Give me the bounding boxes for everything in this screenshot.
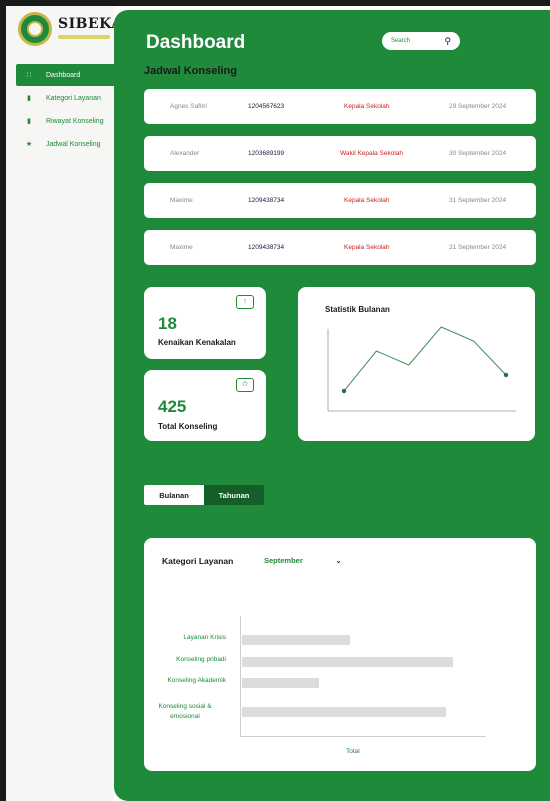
- chat-up-icon: ↑: [236, 295, 254, 309]
- month-select-value: September: [264, 555, 303, 565]
- sidebar-item-dashboard[interactable]: ∷ Dashboard: [16, 64, 116, 86]
- row-name: Alexander: [170, 150, 200, 157]
- main-panel: Dashboard Search ⚲ Jadwal Konseling Agne…: [114, 10, 550, 801]
- stat-card-kenaikan: ↑ 18 Kenaikan Kenakalan: [144, 287, 266, 359]
- row-id: 1204567623: [248, 103, 285, 110]
- monthly-stats-card: Statistik Bulanan: [298, 287, 535, 441]
- sidebar-item-label: Jadwal Konseling: [46, 140, 101, 148]
- page-title: Dashboard: [146, 32, 246, 53]
- data-point: [503, 372, 509, 378]
- data-point: [341, 388, 347, 394]
- schedule-row[interactable]: Alexander 1203689199 Wakil Kepala Sekola…: [144, 136, 536, 171]
- series-line: [343, 326, 507, 392]
- stat-label: Total Konseling: [158, 422, 218, 431]
- kategori-title: Kategori Layanan: [162, 556, 234, 566]
- tab-tahunan[interactable]: Tahunan: [204, 485, 264, 505]
- row-date: 31 September 2024: [449, 244, 507, 251]
- row-name: Agnes Safitri: [170, 103, 207, 110]
- schedule-title: Jadwal Konseling: [144, 65, 237, 77]
- row-role: Wakil Kepala Sekolah: [340, 150, 403, 157]
- schedule-row[interactable]: Maxime 1209438734 Kepala Sekolah 31 Sept…: [144, 230, 536, 265]
- row-role: Kepala Sekolah: [344, 244, 390, 251]
- sidebar-item-label: Riwayat Konseling: [46, 117, 104, 125]
- sidebar-item-riwayat-konseling[interactable]: ▮ Riwayat Konseling: [16, 110, 116, 132]
- bar: [242, 678, 319, 688]
- bar-axis-y: [240, 616, 241, 736]
- stat-label: Kenaikan Kenakalan: [158, 338, 236, 347]
- grid-icon: ∷: [26, 72, 32, 79]
- bar: [242, 707, 446, 717]
- row-id: 1203689199: [248, 150, 285, 157]
- line-chart: [327, 326, 516, 412]
- stat-value: 18: [158, 314, 177, 333]
- schedule-row[interactable]: Maxime 1209438734 Kepala Sekolah 31 Sept…: [144, 183, 536, 218]
- bar-category-label: Layanan Krisis: [183, 634, 226, 641]
- schedule-row[interactable]: Agnes Safitri 1204567623 Kepala Sekolah …: [144, 89, 536, 124]
- brand-tagline-bar: [58, 35, 110, 39]
- bar-category-label: Konseling pribadi: [176, 656, 226, 663]
- stat-card-total: ✩ 425 Total Konseling: [144, 370, 266, 441]
- bar-x-label: Total: [346, 748, 360, 755]
- row-name: Maxime: [170, 244, 193, 251]
- bar-category-label: Konseling Akademik: [167, 677, 226, 684]
- row-id: 1209438734: [248, 197, 285, 204]
- star-icon: ★: [25, 141, 33, 148]
- bar: [242, 635, 350, 645]
- document-icon: ▮: [27, 95, 31, 102]
- search-input[interactable]: Search: [391, 38, 410, 44]
- school-logo-icon: [18, 12, 52, 46]
- tab-bulanan[interactable]: Bulanan: [144, 485, 204, 505]
- period-tabs: Bulanan Tahunan: [144, 485, 264, 505]
- chat-star-icon: ✩: [236, 378, 254, 392]
- row-name: Maxime: [170, 197, 193, 204]
- kategori-layanan-card: Kategori Layanan September ⌄ Layanan Kri…: [144, 538, 536, 771]
- sidebar-item-kategori-layanan[interactable]: ▮ Kategori Layanan: [16, 87, 116, 109]
- bookmark-icon: ▮: [27, 118, 31, 125]
- row-date: 29 September 2024: [449, 103, 507, 110]
- schedule-list: Agnes Safitri 1204567623 Kepala Sekolah …: [144, 89, 536, 277]
- brand-name: SIBEKA: [58, 16, 123, 32]
- bar-category-label: Konseling sosial & emosional: [158, 703, 212, 720]
- row-role: Kepala Sekolah: [344, 103, 390, 110]
- row-date: 30 September 2024: [449, 150, 507, 157]
- sidebar: SIBEKA ∷ Dashboard ▮ Kategori Layanan ▮ …: [6, 6, 122, 801]
- stat-value: 425: [158, 397, 187, 416]
- sidebar-item-label: Kategori Layanan: [46, 94, 101, 102]
- search-box[interactable]: Search ⚲: [382, 32, 460, 50]
- chevron-down-icon: ⌄: [335, 555, 342, 565]
- sidebar-item-label: Dashboard: [46, 71, 81, 79]
- row-date: 31 September 2024: [449, 197, 507, 204]
- row-id: 1209438734: [248, 244, 285, 251]
- row-role: Kepala Sekolah: [344, 197, 390, 204]
- sidebar-item-jadwal-konseling[interactable]: ★ Jadwal Konseling: [16, 133, 116, 155]
- bar: [242, 657, 454, 667]
- bar-axis-x: [240, 736, 486, 737]
- month-select[interactable]: September ⌄: [256, 550, 350, 570]
- search-icon[interactable]: ⚲: [444, 36, 451, 47]
- sidebar-nav: ∷ Dashboard ▮ Kategori Layanan ▮ Riwayat…: [16, 64, 116, 156]
